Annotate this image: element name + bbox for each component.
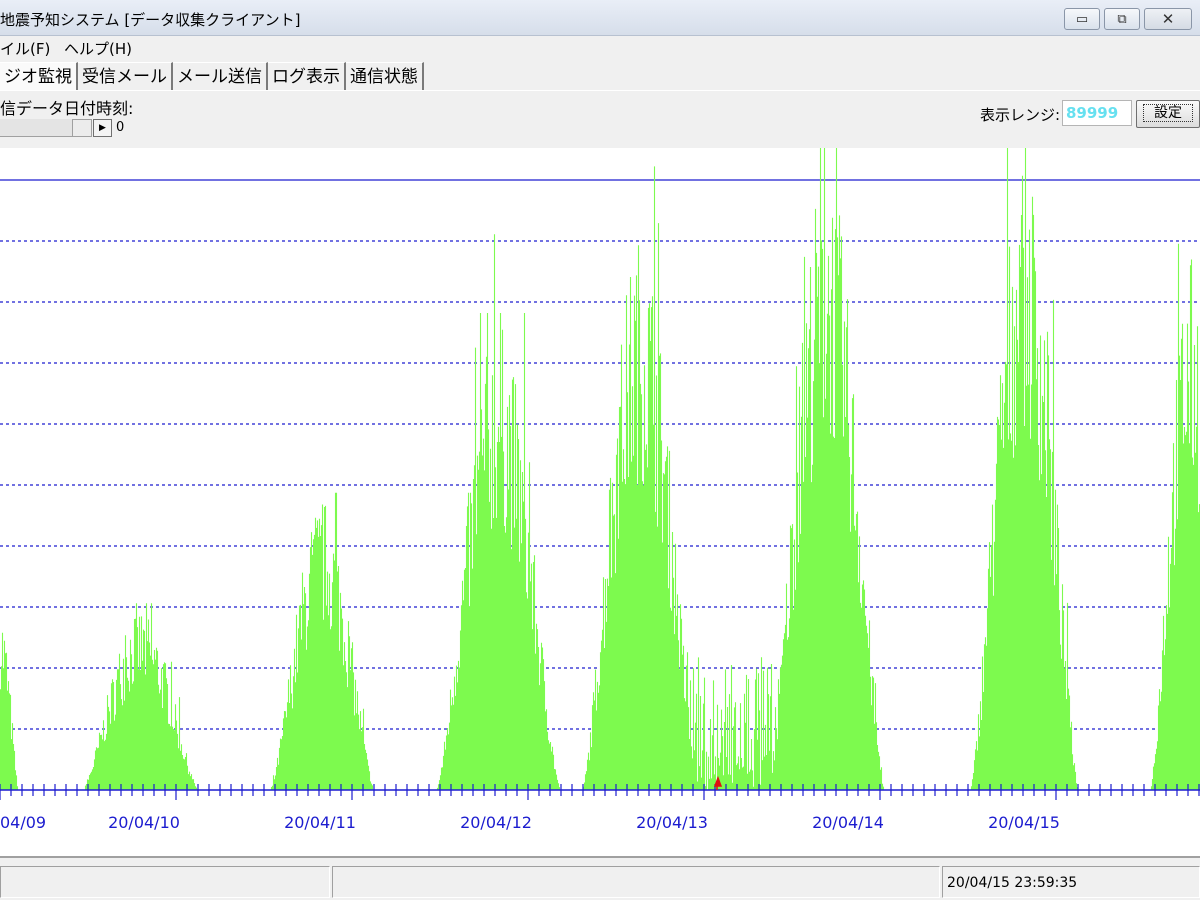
tab-received-mail[interactable]: 受信メール — [78, 62, 173, 90]
scroll-right-arrow-icon[interactable]: ▶ — [93, 119, 112, 137]
x-tick-label: 20/04/13 — [636, 813, 708, 832]
restore-button[interactable]: ⧉ — [1104, 8, 1140, 30]
x-tick-label: 20/04/12 — [460, 813, 532, 832]
x-tick-label: 20/04/14 — [812, 813, 884, 832]
chart-bottom-border — [0, 856, 1200, 858]
menu-help[interactable]: ヘルプ(H) — [64, 38, 132, 59]
window-title: 地震予知システム [データ収集クライアント] — [0, 11, 301, 29]
x-tick-label: 04/09 — [0, 813, 46, 832]
set-button-label: 設定 — [1143, 104, 1193, 122]
status-bar: 20/04/15 23:59:35 — [0, 860, 1200, 900]
x-tick-label: 20/04/11 — [284, 813, 356, 832]
window-controls: ▭ ⧉ ✕ — [1064, 8, 1192, 30]
scroll-track[interactable] — [0, 119, 72, 137]
display-range-label: 表示レンジ: — [980, 106, 1061, 124]
set-button[interactable]: 設定 — [1136, 100, 1200, 128]
scroll-thumb[interactable] — [72, 119, 92, 137]
status-panel-1 — [0, 866, 330, 898]
status-timestamp: 20/04/15 23:59:35 — [947, 875, 1078, 891]
menu-file[interactable]: イル(F) — [0, 38, 50, 59]
scroll-value: 0 — [116, 120, 125, 135]
chart-svg: 04/09 20/04/10 20/04/11 20/04/12 20/04/13 20/… — [0, 148, 1200, 832]
tab-strip: ジオ監視 受信メール メール送信 ログ表示 通信状態 — [0, 62, 424, 91]
minimize-button[interactable]: ▭ — [1064, 8, 1100, 30]
menu-bar: イル(F) ヘルプ(H) — [0, 36, 1200, 60]
title-bar: 地震予知システム [データ収集クライアント] ▭ ⧉ ✕ — [0, 0, 1200, 36]
tab-comm-status[interactable]: 通信状態 — [346, 62, 424, 90]
status-panel-2 — [332, 866, 940, 898]
date-scrollbar[interactable]: ▶ — [0, 119, 112, 137]
received-date-label: 信データ日付時刻: — [0, 99, 134, 118]
tab-geo-monitor[interactable]: ジオ監視 — [0, 62, 78, 90]
close-button[interactable]: ✕ — [1144, 8, 1192, 30]
x-tick-label: 20/04/15 — [988, 813, 1060, 832]
x-tick-label: 20/04/10 — [108, 813, 180, 832]
geo-chart: 04/09 20/04/10 20/04/11 20/04/12 20/04/13 20/… — [0, 148, 1200, 856]
display-range-input[interactable] — [1062, 100, 1132, 126]
tab-send-mail[interactable]: メール送信 — [173, 62, 268, 90]
data-bars — [0, 148, 1200, 790]
tab-log-view[interactable]: ログ表示 — [268, 62, 346, 90]
status-panel-3: 20/04/15 23:59:35 — [942, 866, 1200, 898]
tab-divider — [0, 90, 1200, 91]
